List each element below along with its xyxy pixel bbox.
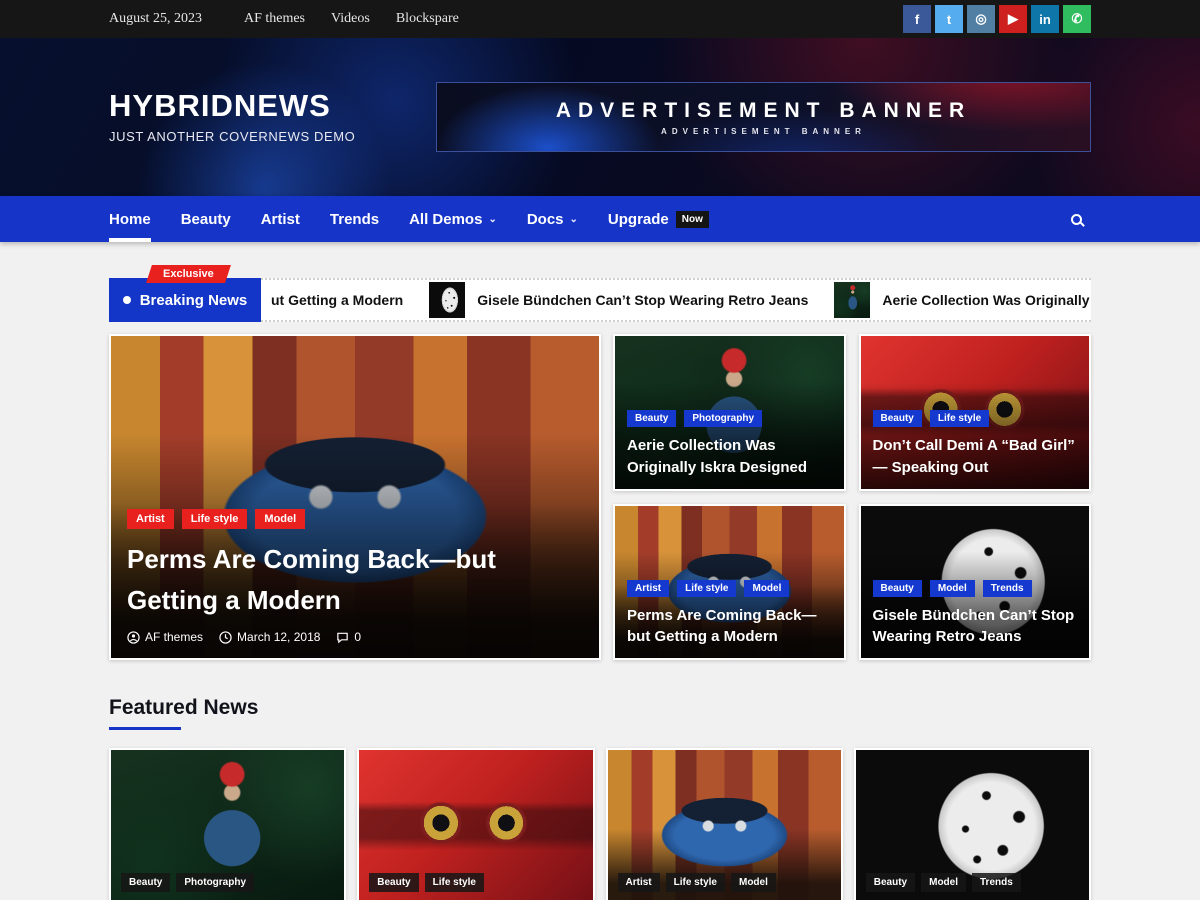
- chevron-down-icon: ⌄: [570, 214, 578, 225]
- main-navigation: Home Beauty Artist Trends All Demos⌄ Doc…: [0, 196, 1200, 242]
- instagram-icon[interactable]: ◎: [967, 5, 995, 33]
- ticker-items: ut Getting a Modern Gisele Bündchen Can’…: [261, 280, 1091, 320]
- featured-post-cassette[interactable]: Beauty Life style: [357, 748, 594, 900]
- nav-item-all-demos[interactable]: All Demos⌄: [409, 196, 497, 242]
- author-meta[interactable]: AF themes: [127, 630, 203, 644]
- comments-meta[interactable]: 0: [336, 630, 361, 644]
- bullet-dot-icon: [123, 296, 131, 304]
- author-icon: [127, 631, 140, 644]
- ticker-item[interactable]: ut Getting a Modern: [271, 292, 403, 308]
- category-badge[interactable]: Model: [744, 580, 789, 597]
- featured-news-header: Featured News: [109, 696, 1091, 730]
- category-badge[interactable]: Life style: [666, 873, 725, 892]
- post-title[interactable]: Perms Are Coming Back—but Getting a Mode…: [627, 605, 832, 649]
- site-tagline: JUST ANOTHER COVERNEWS DEMO: [109, 129, 355, 144]
- comment-icon: [336, 631, 349, 644]
- nav-item-artist[interactable]: Artist: [261, 196, 300, 242]
- category-badge[interactable]: Beauty: [866, 873, 915, 892]
- linkedin-icon[interactable]: in: [1031, 5, 1059, 33]
- topbar-link-videos[interactable]: Videos: [331, 11, 370, 27]
- featured-news-heading: Featured News: [109, 696, 1091, 720]
- hero-post-title[interactable]: Perms Are Coming Back—but Getting a Mode…: [127, 539, 583, 620]
- featured-post-woman[interactable]: Beauty Photography: [109, 748, 346, 900]
- ticker-thumbnail-dalmatian: [429, 282, 465, 318]
- grid-post-aerie[interactable]: Beauty Photography Aerie Collection Was …: [613, 334, 846, 491]
- site-logo[interactable]: HYBRIDNEWS: [109, 90, 355, 123]
- category-badge[interactable]: Model: [255, 509, 305, 529]
- top-bar: August 25, 2023 AF themes Videos Blocksp…: [0, 0, 1200, 38]
- category-badge[interactable]: Beauty: [873, 580, 922, 597]
- category-badge[interactable]: Model: [921, 873, 966, 892]
- nav-item-docs[interactable]: Docs⌄: [527, 196, 578, 242]
- heading-underline: [109, 727, 181, 730]
- category-badge[interactable]: Artist: [618, 873, 660, 892]
- category-badge[interactable]: Photography: [684, 410, 762, 427]
- facebook-icon[interactable]: f: [903, 5, 931, 33]
- ad-banner-text: ADVERTISEMENT BANNER: [556, 99, 971, 123]
- grid-post-demi[interactable]: Beauty Life style Don’t Call Demi A “Bad…: [859, 334, 1092, 491]
- twitter-icon[interactable]: t: [935, 5, 963, 33]
- category-badge[interactable]: Beauty: [873, 410, 922, 427]
- date-meta: March 12, 2018: [219, 630, 320, 644]
- nav-item-upgrade[interactable]: UpgradeNow: [608, 196, 709, 242]
- ad-banner-subtext: ADVERTISEMENT BANNER: [661, 127, 866, 136]
- category-badge[interactable]: Photography: [176, 873, 254, 892]
- youtube-icon[interactable]: ▶: [999, 5, 1027, 33]
- category-badge[interactable]: Artist: [627, 580, 669, 597]
- category-badge[interactable]: Model: [930, 580, 975, 597]
- site-header: HYBRIDNEWS JUST ANOTHER COVERNEWS DEMO A…: [0, 38, 1200, 196]
- whatsapp-icon[interactable]: ✆: [1063, 5, 1091, 33]
- topbar-links: AF themes Videos Blockspare: [244, 11, 459, 27]
- hero-post-meta: AF themes March 12, 2018 0: [127, 630, 583, 644]
- category-badge[interactable]: Life style: [930, 410, 989, 427]
- category-badge[interactable]: Life style: [677, 580, 736, 597]
- social-icons: f t ◎ ▶ in ✆: [903, 5, 1091, 33]
- ticker-item[interactable]: Aerie Collection Was Originally Iskra De…: [834, 282, 1091, 318]
- clock-icon: [219, 631, 232, 644]
- featured-post-image: Artist Life style Model: [606, 748, 843, 900]
- hero-section: Artist Life style Model Perms Are Coming…: [109, 334, 1091, 660]
- category-badge[interactable]: Trends: [972, 873, 1021, 892]
- breaking-news-label: Breaking News: [109, 278, 261, 322]
- nav-item-trends[interactable]: Trends: [330, 196, 379, 242]
- category-badge[interactable]: Beauty: [121, 873, 170, 892]
- grid-post-perms[interactable]: Artist Life style Model Perms Are Coming…: [613, 504, 846, 661]
- featured-post-dalmatian[interactable]: Beauty Model Trends: [854, 748, 1091, 900]
- category-badge[interactable]: Trends: [983, 580, 1032, 597]
- category-badge[interactable]: Beauty: [627, 410, 676, 427]
- now-badge: Now: [676, 211, 709, 228]
- post-title[interactable]: Don’t Call Demi A “Bad Girl” — Speaking …: [873, 435, 1078, 479]
- search-button[interactable]: [1061, 204, 1091, 234]
- search-icon: [1071, 214, 1082, 225]
- category-badge[interactable]: Model: [731, 873, 776, 892]
- hero-post[interactable]: Artist Life style Model Perms Are Coming…: [109, 334, 601, 660]
- post-title[interactable]: Aerie Collection Was Originally Iskra De…: [627, 435, 832, 479]
- featured-post-image: Beauty Photography: [109, 748, 346, 900]
- featured-news-grid: Beauty Photography Beauty Life style Art…: [109, 748, 1091, 900]
- post-title[interactable]: Gisele Bündchen Can’t Stop Wearing Retro…: [873, 605, 1078, 649]
- chevron-down-icon: ⌄: [488, 214, 496, 225]
- ticker-item[interactable]: Gisele Bündchen Can’t Stop Wearing Retro…: [429, 282, 808, 318]
- current-date: August 25, 2023: [109, 11, 202, 27]
- nav-item-beauty[interactable]: Beauty: [181, 196, 231, 242]
- featured-post-image: Beauty Model Trends: [854, 748, 1091, 900]
- breaking-news-ticker: Exclusive Breaking News ut Getting a Mod…: [109, 278, 1091, 322]
- category-badge[interactable]: Life style: [182, 509, 248, 529]
- topbar-link-af-themes[interactable]: AF themes: [244, 11, 305, 27]
- nav-item-home[interactable]: Home: [109, 196, 151, 242]
- category-badge[interactable]: Beauty: [369, 873, 418, 892]
- hero-side-grid: Beauty Photography Aerie Collection Was …: [613, 334, 1091, 660]
- featured-post-image: Beauty Life style: [357, 748, 594, 900]
- site-branding[interactable]: HYBRIDNEWS JUST ANOTHER COVERNEWS DEMO: [109, 90, 355, 144]
- category-badge[interactable]: Artist: [127, 509, 174, 529]
- topbar-link-blockspare[interactable]: Blockspare: [396, 11, 459, 27]
- category-badge[interactable]: Life style: [425, 873, 484, 892]
- featured-post-beetle[interactable]: Artist Life style Model: [606, 748, 843, 900]
- ticker-thumbnail-photographer: [834, 282, 870, 318]
- advertisement-banner[interactable]: ADVERTISEMENT BANNER ADVERTISEMENT BANNE…: [436, 82, 1091, 152]
- grid-post-gisele[interactable]: Beauty Model Trends Gisele Bündchen Can’…: [859, 504, 1092, 661]
- exclusive-ribbon: Exclusive: [146, 265, 231, 283]
